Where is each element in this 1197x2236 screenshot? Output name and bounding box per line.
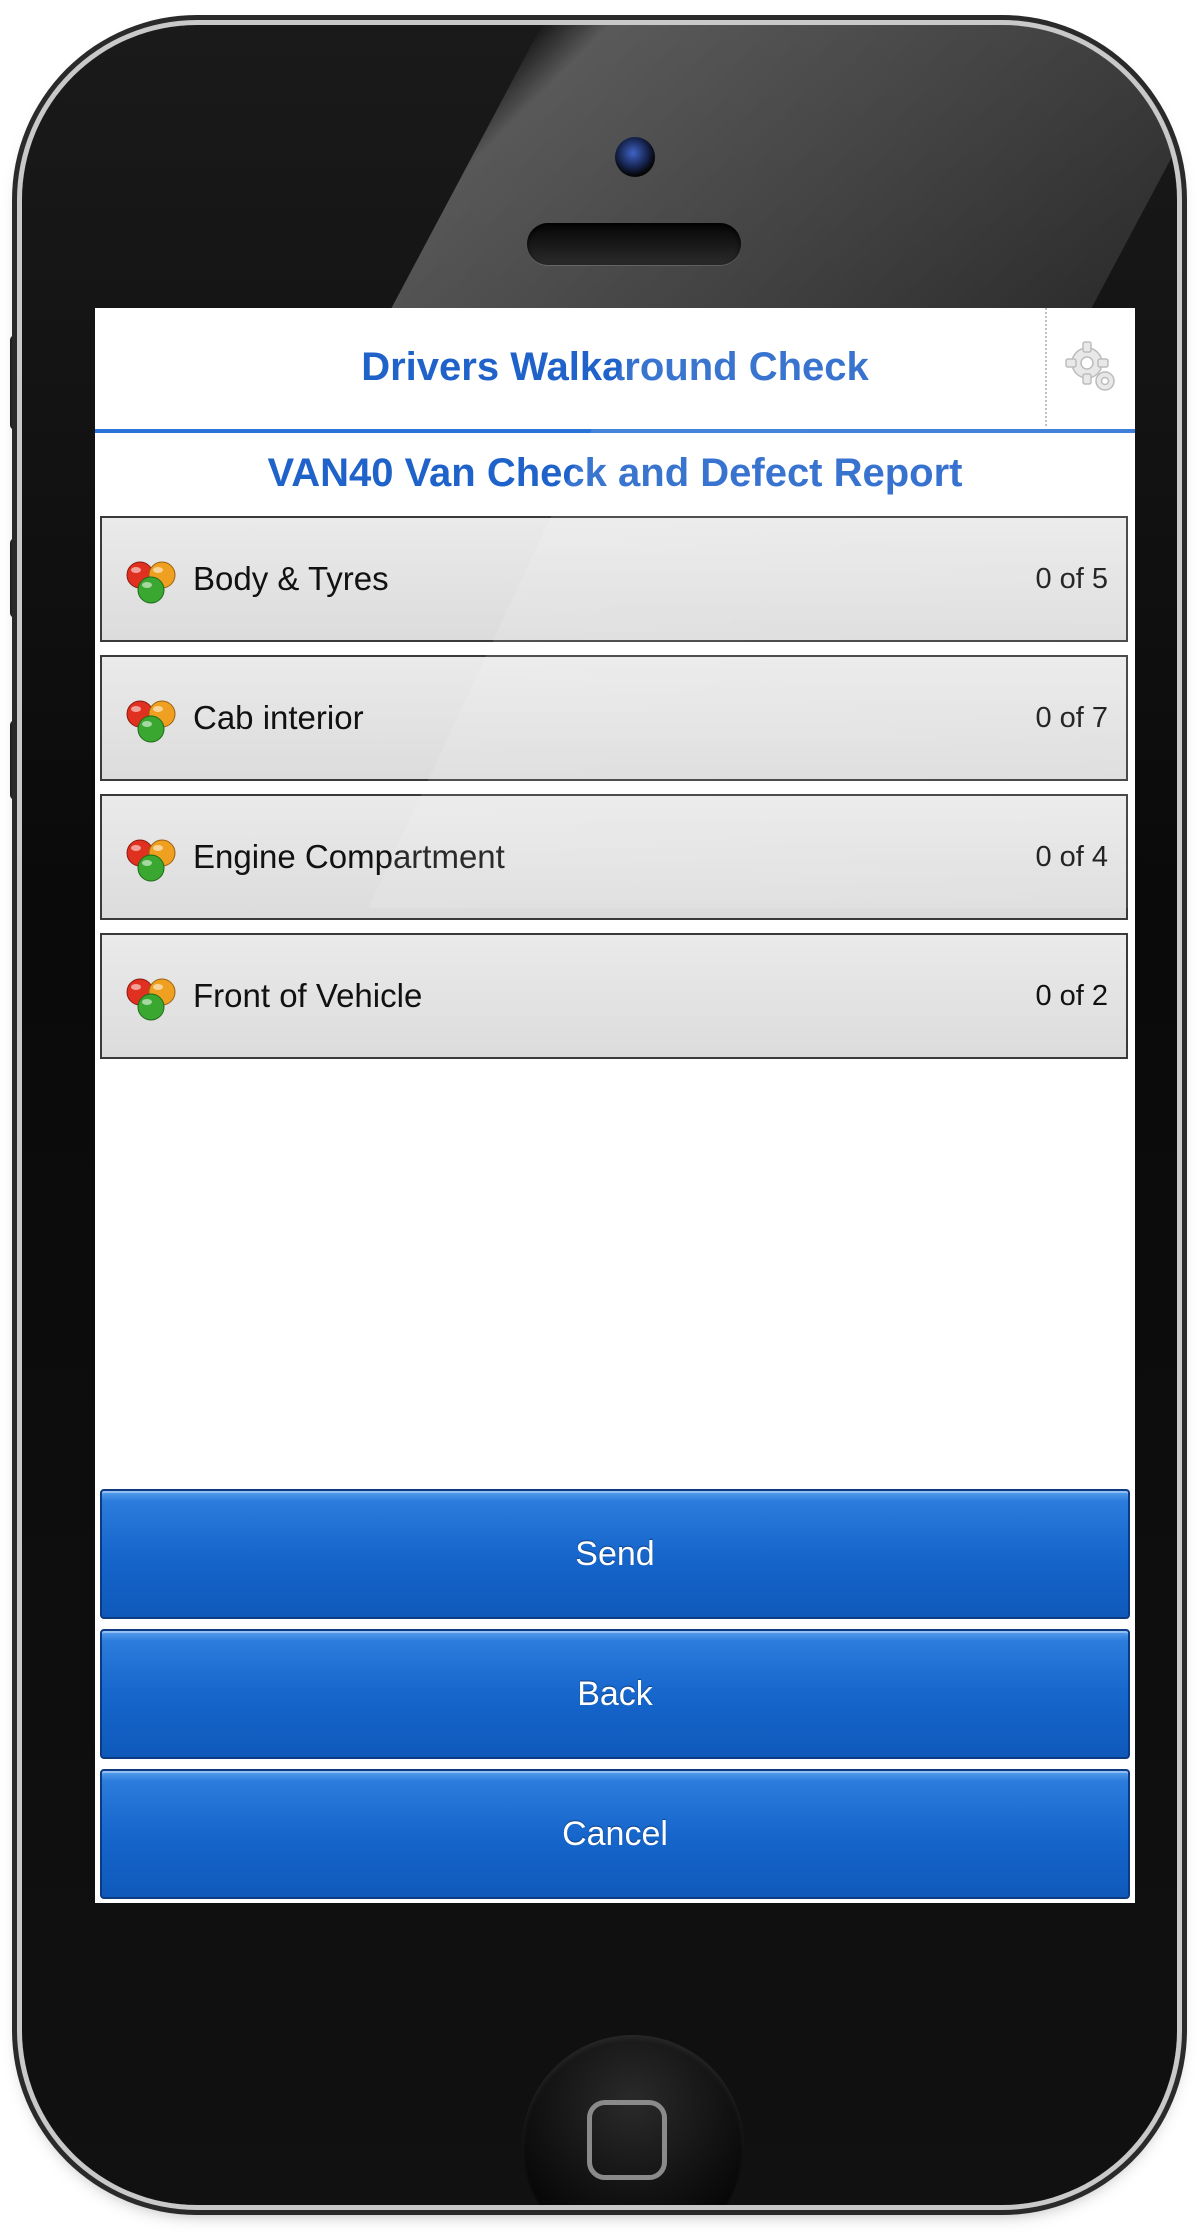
front-camera <box>615 137 655 177</box>
home-button-icon <box>587 2100 667 2180</box>
back-button[interactable]: Back <box>100 1629 1130 1759</box>
status-lights-icon <box>126 839 176 882</box>
section-progress: 0 of 4 <box>1035 840 1108 873</box>
section-label: Front of Vehicle <box>193 977 423 1014</box>
app-title: Drivers Walkaround Check <box>361 345 869 389</box>
earpiece-speaker <box>527 223 741 265</box>
cancel-button[interactable]: Cancel <box>100 1769 1130 1899</box>
phone-glare <box>371 25 1177 345</box>
section-item-front-of-vehicle[interactable]: Front of Vehicle 0 of 2 <box>100 933 1128 1059</box>
section-label: Cab interior <box>193 699 364 736</box>
status-lights-icon <box>126 561 176 604</box>
phone-stage: Drivers Walkaround Check VAN40 Van Check… <box>0 0 1197 2236</box>
home-button <box>522 2035 744 2205</box>
send-button[interactable]: Send <box>100 1489 1130 1619</box>
status-lights-icon <box>126 978 176 1021</box>
status-lights-icon <box>126 700 176 743</box>
section-label: Engine Compartment <box>193 838 505 875</box>
section-progress: 0 of 7 <box>1035 701 1108 734</box>
section-progress: 0 of 2 <box>1035 979 1108 1012</box>
section-item-body-tyres[interactable]: Body & Tyres 0 of 5 <box>100 516 1128 642</box>
report-title: VAN40 Van Check and Defect Report <box>267 451 963 495</box>
action-buttons: Send Back Cancel <box>95 1489 1135 1903</box>
app-screen: Drivers Walkaround Check VAN40 Van Check… <box>95 308 1135 1903</box>
section-label: Body & Tyres <box>193 560 389 597</box>
section-list: Body & Tyres 0 of 5 Cab interior 0 of 7 <box>100 516 1128 1072</box>
section-progress: 0 of 5 <box>1035 562 1108 595</box>
gear-icon <box>1065 341 1115 391</box>
app-header: Drivers Walkaround Check <box>95 308 1135 433</box>
section-item-cab-interior[interactable]: Cab interior 0 of 7 <box>100 655 1128 781</box>
section-item-engine-compartment[interactable]: Engine Compartment 0 of 4 <box>100 794 1128 920</box>
settings-button[interactable] <box>1045 308 1135 426</box>
